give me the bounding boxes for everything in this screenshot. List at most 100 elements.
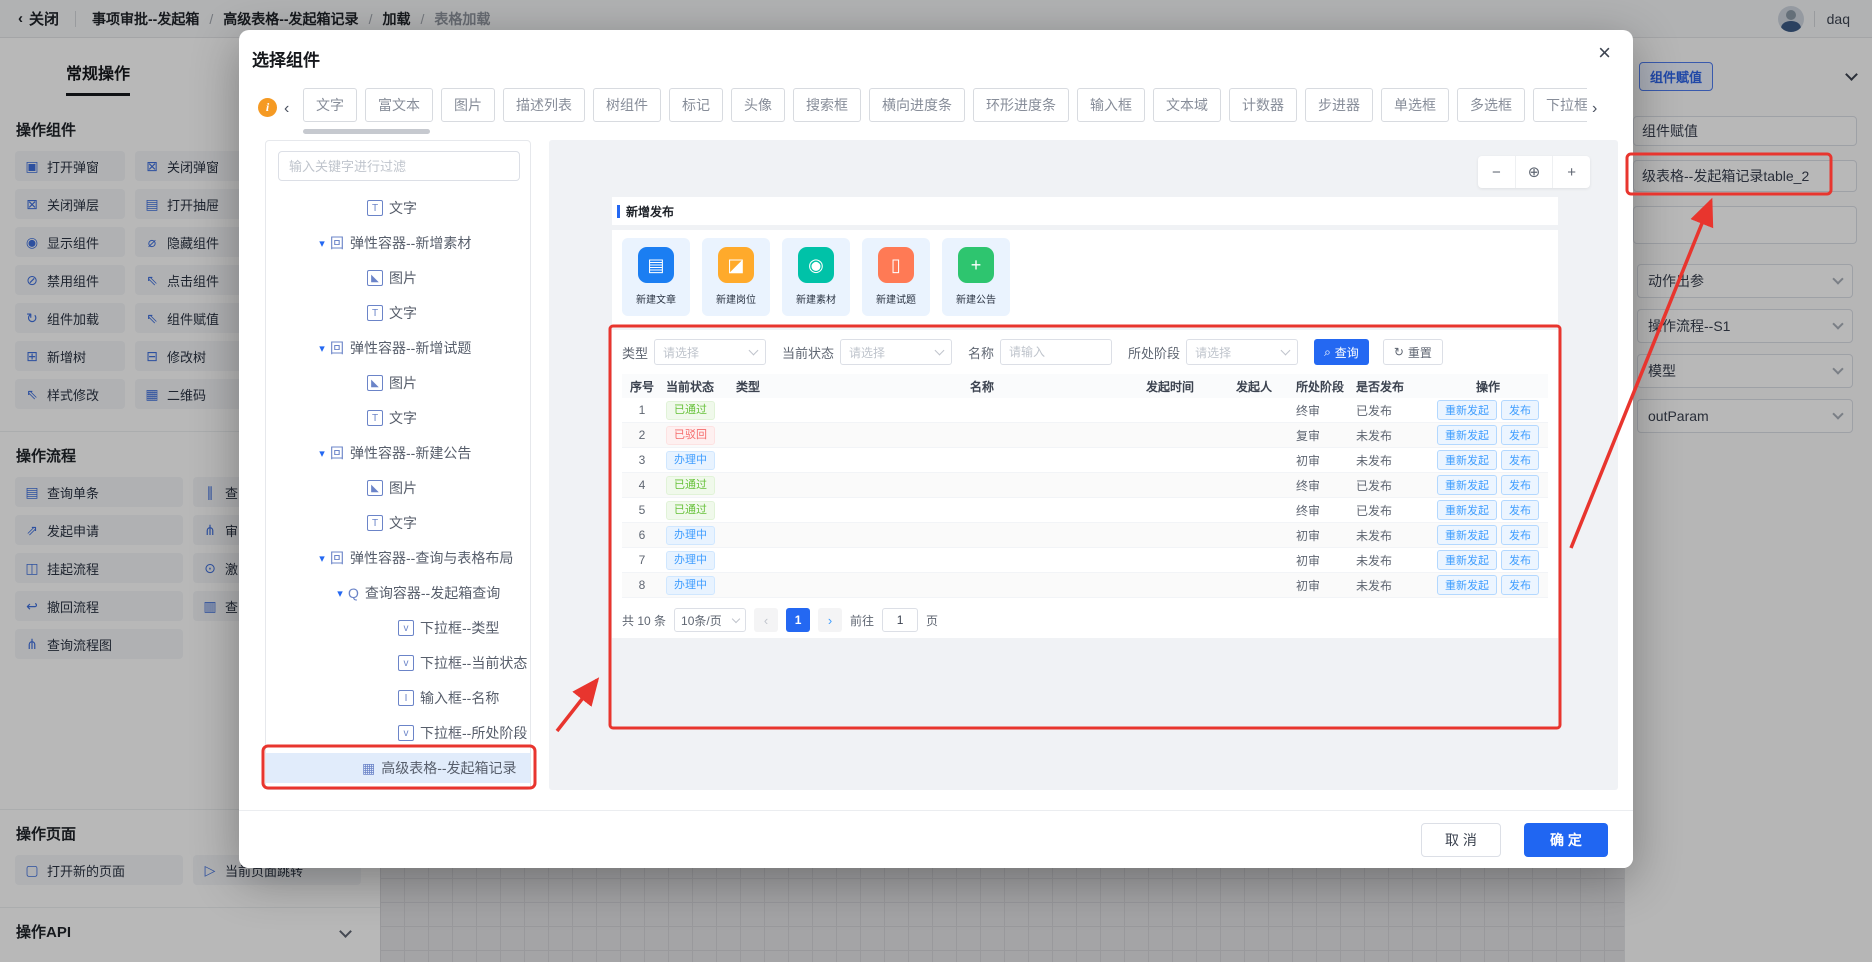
tree-item-image[interactable]: ◣图片 (266, 368, 530, 398)
table-row: 4 已通过 终审 已发布 重新发起发布 (622, 473, 1548, 498)
text-icon: T (367, 515, 383, 531)
tab-searchbox[interactable]: 搜索框 (793, 88, 861, 122)
tab-mark[interactable]: 标记 (669, 88, 723, 122)
dropdown-icon: v (398, 620, 414, 636)
publish-button[interactable]: 发布 (1501, 500, 1539, 520)
zoom-out-icon[interactable]: − (1478, 156, 1516, 188)
relaunch-button[interactable]: 重新发起 (1437, 550, 1497, 570)
tree-item-dropdown-stage[interactable]: v下拉框--所处阶段 (266, 718, 530, 748)
publish-button[interactable]: 发布 (1501, 475, 1539, 495)
relaunch-button[interactable]: 重新发起 (1437, 400, 1497, 420)
goto-page-input[interactable] (882, 608, 918, 632)
filter-bar: 类型 请选择 当前状态 请选择 名称 所处阶段 请选择 ⌕查询 ↻重置 (622, 338, 1548, 366)
tab-progress-bar[interactable]: 横向进度条 (869, 88, 965, 122)
table-row: 2 已驳回 复审 未发布 重新发起发布 (622, 423, 1548, 448)
tabs-scrollbar[interactable] (303, 129, 430, 134)
relaunch-button[interactable]: 重新发起 (1437, 425, 1497, 445)
tree-item-advanced-table-selected[interactable]: ▦高级表格--发起箱记录 (266, 753, 530, 783)
relaunch-button[interactable]: 重新发起 (1437, 450, 1497, 470)
chevron-down-icon[interactable]: ▾ (314, 447, 330, 460)
card-new-material[interactable]: ◉新建素材 (782, 238, 850, 316)
publish-button[interactable]: 发布 (1501, 450, 1539, 470)
tree-item-image[interactable]: ◣图片 (266, 263, 530, 293)
current-page[interactable]: 1 (786, 608, 810, 632)
card-new-notice[interactable]: +新建公告 (942, 238, 1010, 316)
tab-radio[interactable]: 单选框 (1381, 88, 1449, 122)
tab-counter[interactable]: 计数器 (1229, 88, 1297, 122)
confirm-button[interactable]: 确 定 (1524, 823, 1608, 857)
reset-button[interactable]: ↻重置 (1383, 339, 1443, 365)
tree-item-query-container[interactable]: ▾Q查询容器--发起箱查询 (266, 578, 530, 608)
card-new-job[interactable]: ◪新建岗位 (702, 238, 770, 316)
tab-input[interactable]: 输入框 (1077, 88, 1145, 122)
tab-textarea[interactable]: 文本域 (1153, 88, 1221, 122)
chevron-down-icon[interactable]: ▾ (314, 552, 330, 565)
tab-avatar[interactable]: 头像 (731, 88, 785, 122)
tree-item-label: 图片 (389, 373, 417, 393)
tree-item-text[interactable]: T文字 (266, 298, 530, 328)
publish-button[interactable]: 发布 (1501, 425, 1539, 445)
relaunch-button[interactable]: 重新发起 (1437, 475, 1497, 495)
chevron-down-icon[interactable]: ▾ (332, 587, 348, 600)
tab-checkbox[interactable]: 多选框 (1457, 88, 1525, 122)
tree-item-image[interactable]: ◣图片 (266, 473, 530, 503)
next-page-icon[interactable]: › (818, 608, 842, 632)
tree-item-label: 弹性容器--查询与表格布局 (350, 548, 513, 568)
relaunch-button[interactable]: 重新发起 (1437, 575, 1497, 595)
tab-richtext[interactable]: 富文本 (365, 88, 433, 122)
filter-name-input[interactable] (1000, 339, 1112, 365)
stage-cell: 终审 (1292, 402, 1352, 419)
container-icon: 回 (330, 551, 344, 565)
chevron-down-icon[interactable]: ▾ (314, 342, 330, 355)
tab-stepper[interactable]: 步进器 (1305, 88, 1373, 122)
tree-item-text[interactable]: T文字 (266, 193, 530, 223)
tree-filter-input[interactable] (278, 151, 520, 181)
tab-dropdown[interactable]: 下拉框 (1533, 88, 1587, 122)
cancel-button[interactable]: 取 消 (1421, 823, 1501, 857)
filter-type-select[interactable]: 请选择 (654, 339, 766, 365)
zoom-in-icon[interactable]: + (1553, 156, 1590, 188)
page-unit-label: 页 (926, 612, 938, 629)
tree-item-dropdown-status[interactable]: v下拉框--当前状态 (266, 648, 530, 678)
publish-button[interactable]: 发布 (1501, 550, 1539, 570)
tree-item-label: 查询容器--发起箱查询 (365, 583, 500, 603)
tree-item-label: 下拉框--当前状态 (420, 653, 527, 673)
filter-status-select[interactable]: 请选择 (840, 339, 952, 365)
tree-item-text[interactable]: T文字 (266, 508, 530, 538)
publish-button[interactable]: 发布 (1501, 575, 1539, 595)
page-size-select[interactable]: 10条/页 (674, 608, 746, 632)
tree-item-container-exam[interactable]: ▾回弹性容器--新增试题 (266, 333, 530, 363)
tab-tree[interactable]: 树组件 (593, 88, 661, 122)
stage-cell: 初审 (1292, 552, 1352, 569)
publish-button[interactable]: 发布 (1501, 400, 1539, 420)
tree-item-dropdown-type[interactable]: v下拉框--类型 (266, 613, 530, 643)
close-icon[interactable]: × (1598, 42, 1611, 64)
status-badge: 已通过 (666, 476, 715, 495)
column-header: 当前状态 (662, 378, 732, 395)
search-button[interactable]: ⌕查询 (1314, 339, 1369, 365)
container-icon: 回 (330, 446, 344, 460)
component-tree: T文字 ▾回弹性容器--新增素材 ◣图片 T文字 ▾回弹性容器--新增试题 ◣图… (266, 181, 530, 783)
tree-item-container-notice[interactable]: ▾回弹性容器--新建公告 (266, 438, 530, 468)
tabs-scroll-right-icon[interactable]: › (1592, 100, 1597, 118)
tab-progress-ring[interactable]: 环形进度条 (973, 88, 1069, 122)
tabs-scroll-left-icon[interactable]: ‹ (284, 100, 289, 118)
filter-stage-select[interactable]: 请选择 (1186, 339, 1298, 365)
fit-view-icon[interactable]: ⊕ (1516, 156, 1554, 188)
tab-image[interactable]: 图片 (441, 88, 495, 122)
tab-text[interactable]: 文字 (303, 88, 357, 122)
card-new-article[interactable]: ▤新建文章 (622, 238, 690, 316)
relaunch-button[interactable]: 重新发起 (1437, 500, 1497, 520)
prev-page-icon[interactable]: ‹ (754, 608, 778, 632)
reset-icon: ↻ (1394, 345, 1404, 359)
tree-item-container-material[interactable]: ▾回弹性容器--新增素材 (266, 228, 530, 258)
relaunch-button[interactable]: 重新发起 (1437, 525, 1497, 545)
chevron-down-icon[interactable]: ▾ (314, 237, 330, 250)
tree-item-container-query-layout[interactable]: ▾回弹性容器--查询与表格布局 (266, 543, 530, 573)
tree-item-input-name[interactable]: I输入框--名称 (266, 683, 530, 713)
publish-button[interactable]: 发布 (1501, 525, 1539, 545)
card-new-exam[interactable]: ▯新建试题 (862, 238, 930, 316)
tree-item-text[interactable]: T文字 (266, 403, 530, 433)
column-header: 类型 (732, 378, 822, 395)
tab-description-list[interactable]: 描述列表 (503, 88, 585, 122)
